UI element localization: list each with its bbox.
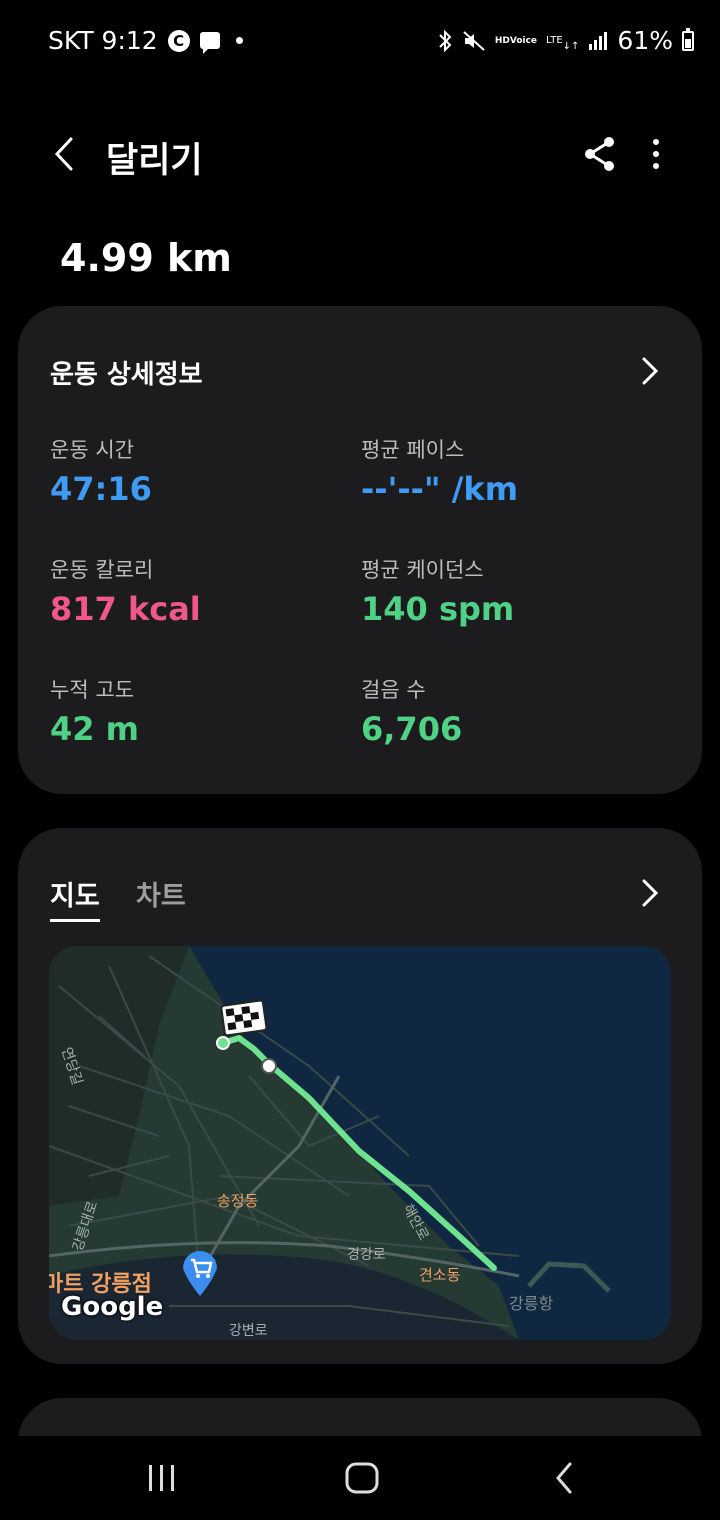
mute-icon bbox=[463, 30, 485, 51]
stat-value: 140 spm bbox=[361, 590, 515, 628]
map-label-street: 경강로 bbox=[347, 1247, 386, 1263]
status-left: SKT 9:12 C bbox=[48, 26, 243, 55]
tab-chart[interactable]: 차트 bbox=[136, 874, 186, 919]
c-icon: C bbox=[167, 29, 190, 52]
stat-label: 평균 페이스 bbox=[361, 438, 465, 462]
stat-value: 6,706 bbox=[361, 710, 463, 748]
start-marker bbox=[216, 1036, 230, 1050]
system-navigation-bar bbox=[0, 1436, 720, 1520]
workout-details-card[interactable]: 운동 상세정보 운동 시간 47:16 평균 페이스 --'--" /km 운동… bbox=[18, 306, 702, 794]
more-dot-icon bbox=[653, 151, 659, 157]
share-button[interactable] bbox=[578, 132, 622, 176]
more-dot-icon bbox=[653, 139, 659, 145]
google-logo: Google bbox=[61, 1292, 164, 1322]
stat-value: 47:16 bbox=[50, 470, 152, 508]
more-dot-icon bbox=[653, 163, 659, 169]
chevron-right-icon bbox=[642, 879, 659, 907]
stat-calories: 운동 칼로리 817 kcal bbox=[50, 554, 201, 628]
details-title: 운동 상세정보 bbox=[50, 360, 203, 390]
recent-apps-icon bbox=[149, 1465, 174, 1491]
message-icon bbox=[199, 32, 220, 54]
stat-label: 운동 칼로리 bbox=[50, 558, 154, 582]
map-open-button[interactable] bbox=[638, 878, 662, 908]
bluetooth-icon bbox=[439, 29, 452, 52]
map-label-harbour: 강릉항 bbox=[509, 1294, 554, 1313]
app-bar: 달리기 bbox=[0, 118, 720, 190]
finish-flag-icon bbox=[220, 999, 268, 1037]
stat-value: 817 kcal bbox=[50, 590, 201, 628]
system-back-button[interactable] bbox=[534, 1452, 594, 1504]
chevron-right-icon bbox=[642, 357, 659, 385]
route-map[interactable]: 연당길 강릉대로 송정동 경강로 해안로 견소동 강릉항 강변로 마트 강릉점 … bbox=[49, 946, 671, 1340]
details-open-button[interactable] bbox=[638, 356, 662, 386]
signal-icon bbox=[589, 31, 608, 50]
stat-label: 평균 케이던스 bbox=[361, 558, 484, 582]
map-label-district: 견소동 bbox=[419, 1266, 461, 1284]
current-position-marker bbox=[261, 1058, 277, 1074]
carrier-time: SKT 9:12 bbox=[48, 26, 158, 55]
status-bar: SKT 9:12 C HD Voice LTE ↓↑ 61% bbox=[0, 0, 720, 86]
back-button[interactable] bbox=[44, 130, 84, 178]
home-icon bbox=[345, 1462, 379, 1494]
stat-average-cadence: 평균 케이던스 140 spm bbox=[361, 554, 514, 628]
stat-value: --'--" /km bbox=[361, 470, 519, 508]
share-icon bbox=[585, 137, 614, 171]
battery-percent: 61% bbox=[617, 26, 673, 55]
home-button[interactable] bbox=[332, 1452, 392, 1504]
chevron-left-icon bbox=[54, 137, 73, 171]
more-options-button[interactable] bbox=[636, 132, 676, 176]
map-label-district: 송정동 bbox=[217, 1192, 259, 1210]
stat-value: 42 m bbox=[50, 710, 140, 748]
tab-map[interactable]: 지도 bbox=[50, 874, 100, 922]
stat-elevation-gain: 누적 고도 42 m bbox=[50, 674, 139, 748]
map-label-street: 강변로 bbox=[229, 1323, 268, 1339]
stat-workout-time: 운동 시간 47:16 bbox=[50, 434, 152, 508]
stat-steps: 걸음 수 6,706 bbox=[361, 674, 462, 748]
distance-value: 4.99 km bbox=[60, 236, 232, 280]
lte-icon: LTE ↓↑ bbox=[546, 35, 580, 52]
stat-label: 걸음 수 bbox=[361, 678, 426, 702]
battery-icon bbox=[682, 27, 694, 51]
notification-dot-icon bbox=[235, 37, 243, 44]
status-right: HD Voice LTE ↓↑ 61% bbox=[437, 26, 694, 55]
stat-label: 누적 고도 bbox=[50, 678, 134, 702]
stat-label: 운동 시간 bbox=[50, 438, 134, 462]
map-chart-card: 지도 차트 연당길 강릉대로 송정동 경강로 해안로 견소동 강릉항 강변로 마… bbox=[18, 828, 702, 1364]
stat-average-pace: 평균 페이스 --'--" /km bbox=[361, 434, 518, 508]
recent-apps-button[interactable] bbox=[132, 1452, 192, 1504]
page-title: 달리기 bbox=[106, 141, 203, 181]
chevron-left-icon bbox=[556, 1462, 572, 1494]
hd-voice-icon: HD Voice bbox=[494, 35, 538, 46]
